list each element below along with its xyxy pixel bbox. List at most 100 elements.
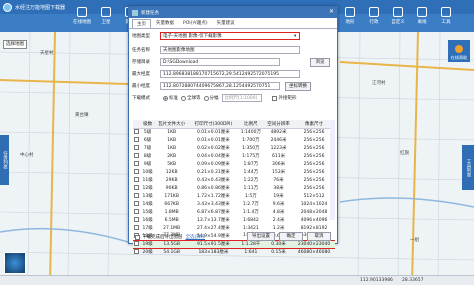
save-path-input[interactable]: D:\SGDownload	[160, 58, 280, 66]
cancel-button[interactable]: 取消	[307, 232, 331, 241]
row-checkbox-cell[interactable]	[133, 136, 141, 144]
table-row[interactable]: 20级 54.1GB 183×183厘米 1:641 0.15米 46080×46080	[133, 248, 335, 256]
row-checkbox-cell[interactable]	[133, 176, 141, 184]
row-checkbox[interactable]	[133, 129, 139, 135]
row-checkbox-cell[interactable]	[133, 160, 141, 168]
toolbar-button-offline[interactable]: 离线	[410, 2, 434, 30]
toolbar-button-tools[interactable]: 工具	[434, 2, 458, 30]
table-cell: 0.02×0.02厘米	[197, 146, 230, 151]
row-checkbox[interactable]	[133, 217, 139, 222]
browse-button[interactable]: 浏览	[310, 57, 330, 67]
row-checkbox-cell[interactable]	[133, 144, 141, 152]
table-cell: 1:1.4万	[242, 210, 259, 215]
table-row[interactable]: 19级 13.5GB 91.5×91.5厘米 1:1.28千 0.30米 23040×23…	[133, 239, 335, 249]
table-cell: 1:641	[244, 249, 258, 255]
row-checkbox[interactable]	[133, 177, 139, 182]
row-checkbox-cell[interactable]	[133, 239, 141, 249]
map-label: 天星村	[40, 51, 54, 56]
export-layer-checkbox[interactable]	[135, 234, 140, 240]
table-cell: 12KB	[165, 169, 178, 175]
close-icon[interactable]: ✕	[329, 8, 334, 15]
table-cell: 153米	[271, 170, 286, 175]
table-row[interactable]: 10级 12KB 0.21×0.21厘米 1:44万 153米 256×256	[133, 168, 335, 176]
table-row[interactable]: 13级 171KB 1.72×1.72厘米 1:5万 19米 512×512	[133, 192, 335, 200]
row-checkbox[interactable]	[133, 161, 139, 166]
tab-vector-suggest[interactable]: 矢量建议	[213, 19, 239, 28]
table-row[interactable]: 11级 29KB 0.43×0.43厘米 1:22万 76米 256×256	[133, 176, 335, 184]
row-checkbox-cell[interactable]	[133, 128, 141, 136]
row-checkbox-cell[interactable]	[133, 216, 141, 224]
row-checkbox[interactable]	[133, 241, 139, 246]
row-checkbox-cell[interactable]	[133, 248, 141, 256]
max-lon-input[interactable]: 112.896838188170715672,29.54124925720751…	[160, 70, 300, 78]
mode-global-radio[interactable]	[181, 95, 186, 101]
table-row[interactable]: 12级 90KB 0.86×0.86厘米 1:11万 38米 256×256	[133, 184, 335, 192]
row-checkbox-cell[interactable]	[133, 192, 141, 200]
row-checkbox[interactable]	[133, 201, 139, 206]
row-checkbox[interactable]	[133, 209, 139, 214]
row-checkbox[interactable]	[133, 153, 139, 158]
online-help-button[interactable]: 在线帮助	[448, 40, 470, 62]
table-scrollbar[interactable]	[330, 120, 335, 220]
toolbar-button-terrain[interactable]: 地形	[338, 2, 362, 30]
table-row[interactable]: 8级 2KB 0.04×0.04厘米 1:175万 611米 256×256	[133, 152, 335, 160]
minimap-globe[interactable]	[4, 252, 26, 274]
mode-tile-radio[interactable]	[203, 95, 209, 101]
row-checkbox-cell[interactable]	[133, 208, 141, 216]
table-cell: 256×256	[303, 145, 325, 151]
toolbar-button-online-map[interactable]: 在线地图	[70, 2, 94, 30]
table-cell: 1:700万	[242, 138, 260, 143]
table-row[interactable]: 15级 1.8MB 6.87×6.87厘米 1:1.4万 4.8米 2048×2048	[133, 208, 335, 216]
table-row[interactable]: 7级 1KB 0.02×0.02厘米 1:350万 1223米 256×256	[133, 144, 335, 152]
task-name-input[interactable]: 天地图影像地图	[160, 46, 300, 54]
table-cell: 256×256	[303, 137, 325, 143]
exclude-rect-checkbox[interactable]	[271, 95, 277, 101]
table-row[interactable]: 17级 27.1MB 27.4×27.4厘米 1:3421 1.2米 8192×8192	[133, 224, 335, 232]
mode-standard-radio[interactable]	[163, 95, 168, 101]
table-row[interactable]: 5级 1KB 0.01×0.01厘米 1:1400万 4892米 256×256	[133, 128, 335, 136]
row-checkbox-cell[interactable]	[133, 168, 141, 176]
tile-scale-select[interactable]: 比例尺(1:1000)	[221, 94, 262, 102]
toolbar-button-custom[interactable]: 自定义	[386, 2, 410, 30]
toolbar-button-satellite[interactable]: 卫星	[94, 2, 118, 30]
row-checkbox[interactable]	[133, 169, 139, 174]
table-cell: 8级	[143, 154, 152, 159]
row-checkbox[interactable]	[133, 185, 139, 190]
task-list-tab[interactable]: 任务列表	[0, 135, 9, 185]
select-all-link[interactable]: 全选|清除	[186, 234, 206, 240]
dialog-title-bar: 新建任务	[129, 7, 337, 18]
row-checkbox-cell[interactable]	[133, 200, 141, 208]
table-row[interactable]: 9级 5KB 0.09×0.09厘米 1:87万 306米 256×256	[133, 160, 335, 168]
row-checkbox-cell[interactable]	[133, 152, 141, 160]
row-checkbox[interactable]	[133, 225, 139, 230]
row-checkbox[interactable]	[133, 137, 139, 142]
table-cell: 14级	[142, 202, 153, 207]
ok-button[interactable]: 确定	[279, 232, 303, 241]
table-row[interactable]: 16级 6.5MB 13.7×13.7厘米 1:6842 2.4米 4096×4096	[133, 216, 335, 224]
map-type-select[interactable]: 电子-天地图 影像-仅下载影像	[160, 32, 300, 40]
table-cell: 0.21×0.21厘米	[197, 170, 230, 175]
row-checkbox-cell[interactable]	[133, 184, 141, 192]
table-row[interactable]: 6级 1KB 0.01×0.01厘米 1:700万 2446米 256×256	[133, 136, 335, 144]
tool-list-tab[interactable]: 工具列表	[462, 145, 474, 190]
coord-convert-button[interactable]: 坐标转换	[285, 81, 311, 91]
tab-home[interactable]: 主页	[132, 19, 151, 28]
toolbar-button-admin[interactable]: 行政	[362, 2, 386, 30]
row-checkbox[interactable]	[133, 145, 139, 150]
min-lon-input[interactable]: 112.807288074409675867,28.1254492570751	[160, 82, 280, 90]
tab-poi[interactable]: POI(兴趣点)	[179, 19, 212, 28]
select-map-button[interactable]: 选择地图	[3, 40, 27, 49]
tab-vector[interactable]: 矢量数据	[152, 19, 178, 28]
row-checkbox[interactable]	[133, 249, 139, 255]
column-header: 比例尺	[237, 120, 264, 129]
table-cell: 1:44万	[243, 170, 259, 175]
header-check	[133, 120, 141, 129]
table-cell: 13级	[142, 194, 153, 199]
row-checkbox[interactable]	[133, 193, 139, 198]
export-settings-button[interactable]: 导出设置	[247, 232, 275, 241]
table-cell: 0.86×0.86厘米	[197, 186, 230, 191]
table-cell: 306米	[271, 162, 286, 167]
table-row[interactable]: 14级 667KB 3.43×3.43厘米 1:2.7万 9.6米 1024×1024	[133, 200, 335, 208]
row-checkbox-cell[interactable]	[133, 224, 141, 232]
table-cell: 2.4米	[272, 218, 285, 223]
